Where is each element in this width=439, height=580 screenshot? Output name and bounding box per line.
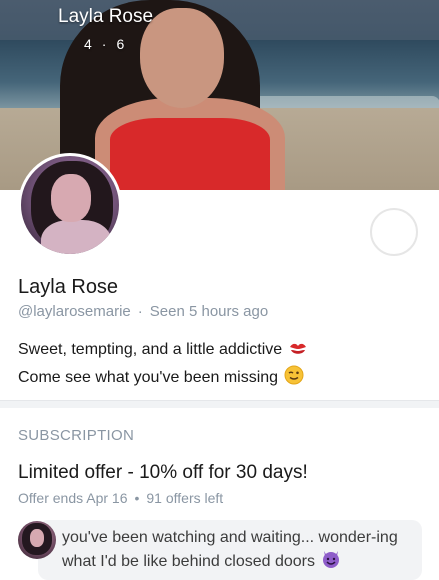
avatar-body xyxy=(41,220,111,254)
message-bubble: you've been watching and waiting... wond… xyxy=(38,520,422,580)
cover-title: Layla Rose xyxy=(58,6,154,27)
bio-line-2-text: Come see what you've been missing xyxy=(18,369,279,386)
subscription-heading: SUBSCRIPTION xyxy=(18,427,135,444)
kiss-mark-icon xyxy=(288,341,308,365)
message-avatar[interactable] xyxy=(18,521,56,559)
offer-meta-separator: • xyxy=(134,490,140,506)
last-seen: Seen 5 hours ago xyxy=(149,303,269,320)
cover-stat-a: 4 xyxy=(84,36,92,52)
cover-stats: 4 · 6 xyxy=(84,36,124,52)
offer-ends: Offer ends Apr 16 xyxy=(18,490,128,506)
offer-title[interactable]: Limited offer - 10% off for 30 days! xyxy=(18,462,308,484)
cover-stat-separator: · xyxy=(101,36,107,52)
profile-handle-row: @laylarosemarie · Seen 5 hours ago xyxy=(18,303,268,320)
section-divider xyxy=(0,400,439,408)
profile-bio: Sweet, tempting, and a little addictive … xyxy=(18,338,308,393)
profile-handle[interactable]: @laylarosemarie xyxy=(18,303,131,320)
smiling-devil-icon xyxy=(321,549,341,576)
cover-person-top xyxy=(110,118,270,190)
bio-line-2: Come see what you've been missing xyxy=(18,365,308,393)
profile-avatar[interactable] xyxy=(18,153,122,257)
handle-separator: · xyxy=(137,303,143,320)
bio-line-1: Sweet, tempting, and a little addictive xyxy=(18,338,308,365)
cover-stat-b: 6 xyxy=(116,36,125,52)
offers-left: 91 offers left xyxy=(146,490,224,506)
winking-face-icon xyxy=(284,365,304,393)
offer-meta: Offer ends Apr 16 • 91 offers left xyxy=(18,490,223,506)
profile-name: Layla Rose xyxy=(18,276,119,298)
bio-line-1-text: Sweet, tempting, and a little addictive xyxy=(18,341,283,358)
message-avatar-face xyxy=(30,529,44,547)
message-text: you've been watching and waiting... wond… xyxy=(62,529,398,570)
avatar-face xyxy=(51,174,91,222)
profile-action-button[interactable] xyxy=(370,208,418,256)
